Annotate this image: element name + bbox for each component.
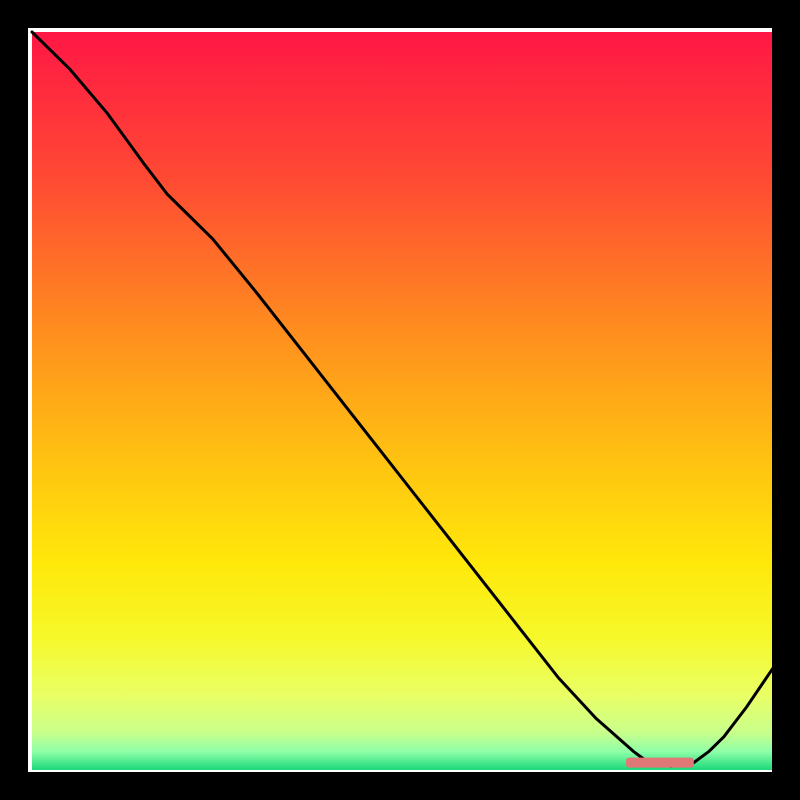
chart-container: { "watermark": "TheBottleneck.com", "cha… — [0, 0, 800, 800]
bottleneck-chart — [0, 0, 800, 800]
optimal-range-marker — [626, 758, 694, 768]
plot-gradient-background — [32, 32, 784, 770]
